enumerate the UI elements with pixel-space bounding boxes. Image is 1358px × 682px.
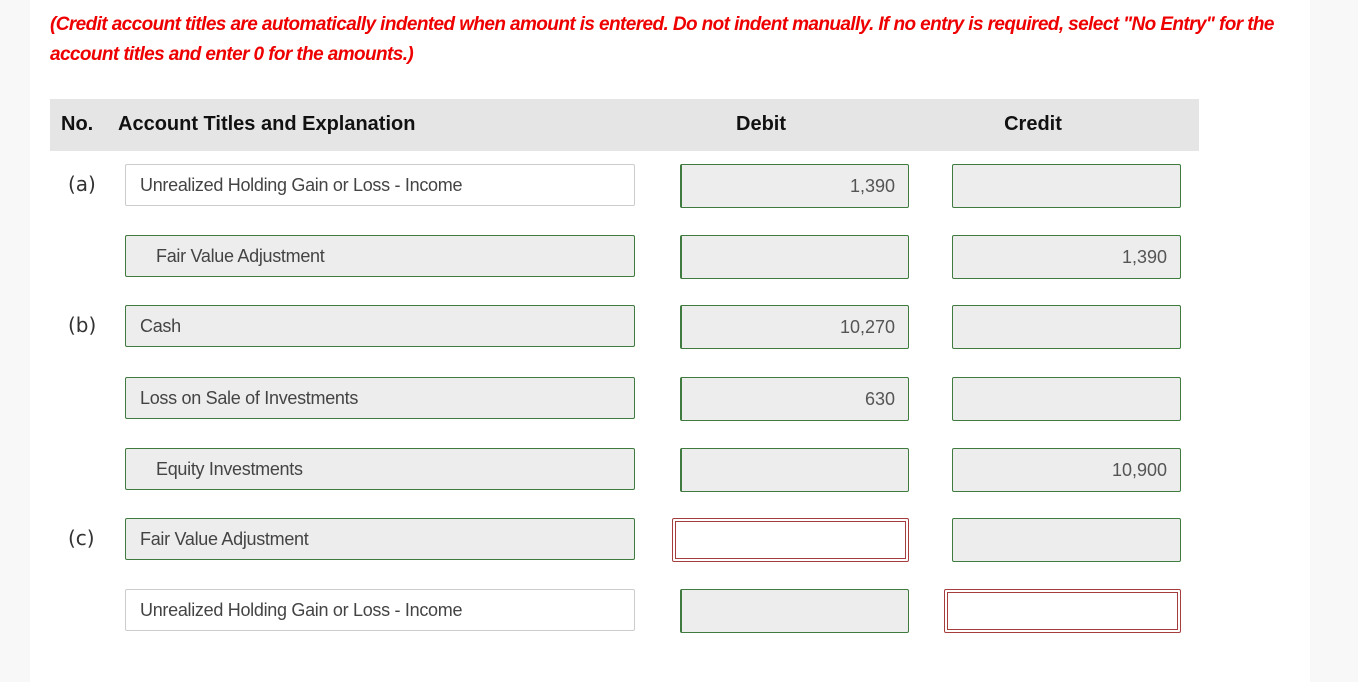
journal-row: Equity Investments 10,900 (0, 448, 1358, 492)
journal-row: Fair Value Adjustment 1,390 (0, 235, 1358, 279)
account-title-select[interactable]: Cash (125, 305, 635, 347)
header-account-titles: Account Titles and Explanation (118, 113, 416, 135)
account-title-select[interactable]: Fair Value Adjustment (125, 518, 635, 560)
credit-input[interactable] (952, 518, 1181, 562)
credit-input[interactable]: 10,900 (952, 448, 1181, 492)
credit-input[interactable]: 1,390 (952, 235, 1181, 279)
header-debit: Debit (736, 113, 786, 135)
journal-row: (b) Cash 10,270 (0, 305, 1358, 349)
account-title-select[interactable]: Unrealized Holding Gain or Loss - Income (125, 589, 635, 631)
header-no: No. (61, 113, 94, 135)
debit-input[interactable]: 630 (680, 377, 909, 421)
journal-row: Loss on Sale of Investments 630 (0, 377, 1358, 421)
debit-input[interactable]: 1,390 (680, 164, 909, 208)
credit-input[interactable] (952, 164, 1181, 208)
journal-row: (c) Fair Value Adjustment (0, 518, 1358, 562)
debit-input[interactable] (680, 448, 909, 492)
entry-label: (a) (68, 172, 96, 196)
journal-row: Unrealized Holding Gain or Loss - Income (0, 589, 1358, 633)
header-credit: Credit (1004, 113, 1062, 135)
debit-input[interactable]: 10,270 (680, 305, 909, 349)
debit-input[interactable] (680, 235, 909, 279)
credit-input[interactable] (944, 589, 1181, 633)
account-title-select[interactable]: Equity Investments (125, 448, 635, 490)
entry-label: (b) (68, 313, 97, 337)
debit-input[interactable] (672, 518, 909, 562)
account-title-select[interactable]: Loss on Sale of Investments (125, 377, 635, 419)
entry-label: (c) (68, 526, 95, 550)
account-title-select[interactable]: Unrealized Holding Gain or Loss - Income (125, 164, 635, 206)
instructions-text: (Credit account titles are automatically… (50, 14, 1275, 65)
credit-input[interactable] (952, 377, 1181, 421)
journal-table-header: No. Account Titles and Explanation Debit… (50, 99, 1199, 151)
credit-input[interactable] (952, 305, 1181, 349)
account-title-select[interactable]: Fair Value Adjustment (125, 235, 635, 277)
journal-row: (a) Unrealized Holding Gain or Loss - Inc… (0, 164, 1358, 208)
debit-input[interactable] (680, 589, 909, 633)
